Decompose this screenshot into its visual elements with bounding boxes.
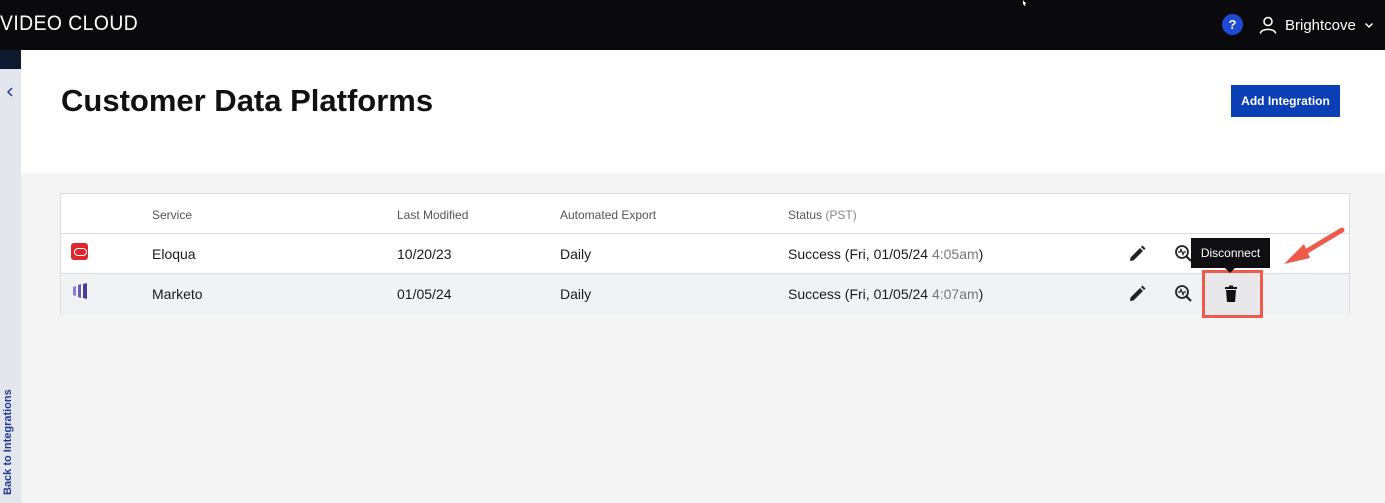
status-timezone: (PST) bbox=[825, 208, 857, 222]
eloqua-logo-icon bbox=[71, 243, 88, 260]
back-to-integrations-link[interactable]: Back to Integrations bbox=[2, 389, 14, 495]
status-text: Success (Fri, 01/05/24 4:07am) bbox=[788, 286, 983, 302]
chevron-down-icon bbox=[1364, 22, 1373, 29]
status-main: Success (Fri, 01/05/24 bbox=[788, 286, 929, 302]
user-name: Brightcove bbox=[1285, 16, 1356, 34]
column-header-service[interactable]: Service bbox=[152, 208, 192, 222]
page-header: Customer Data Platforms Add Integration bbox=[21, 50, 1385, 173]
page-title: Customer Data Platforms bbox=[61, 83, 434, 118]
view-logs-icon[interactable] bbox=[1173, 244, 1193, 264]
status-time: 4:07am bbox=[931, 286, 979, 302]
callout-arrow-icon bbox=[1284, 227, 1345, 264]
table-row[interactable]: Marketo 01/05/24 Daily Success (Fri, 01/… bbox=[61, 274, 1349, 314]
status-time: 4:05am bbox=[931, 246, 979, 262]
status-main: Success (Fri, 01/05/24 bbox=[788, 246, 929, 262]
column-header-last-modified[interactable]: Last Modified bbox=[397, 208, 468, 222]
status-header-label: Status bbox=[788, 208, 823, 222]
user-icon bbox=[1259, 16, 1277, 34]
trash-icon[interactable] bbox=[1222, 285, 1240, 303]
edit-icon[interactable] bbox=[1127, 244, 1147, 264]
marketo-logo-icon bbox=[73, 283, 87, 299]
edit-icon[interactable] bbox=[1127, 284, 1147, 304]
mouse-cursor-icon bbox=[1022, 0, 1028, 6]
last-modified: 10/20/23 bbox=[397, 246, 452, 262]
column-header-automated-export[interactable]: Automated Export bbox=[560, 208, 656, 222]
automated-export: Daily bbox=[560, 246, 592, 262]
user-menu[interactable]: Brightcove bbox=[1259, 12, 1374, 38]
add-integration-button[interactable]: Add Integration bbox=[1231, 85, 1340, 117]
view-logs-icon[interactable] bbox=[1173, 284, 1193, 304]
last-modified: 01/05/24 bbox=[397, 286, 452, 302]
automated-export: Daily bbox=[560, 286, 592, 302]
status-close: ) bbox=[978, 246, 984, 262]
brand-logo[interactable]: VIDEO CLOUD bbox=[0, 12, 138, 36]
top-navigation-bar: VIDEO CLOUD ? Brightcove bbox=[0, 0, 1385, 50]
chevron-left-icon[interactable] bbox=[4, 86, 16, 98]
sidebar-top-band bbox=[0, 50, 21, 69]
table-row[interactable]: Eloqua 10/20/23 Daily Success (Fri, 01/0… bbox=[61, 234, 1349, 274]
service-name: Eloqua bbox=[152, 246, 196, 262]
table-header: Service Last Modified Automated Export S… bbox=[61, 194, 1349, 234]
disconnect-tooltip: Disconnect bbox=[1191, 238, 1270, 273]
status-text: Success (Fri, 01/05/24 4:05am) bbox=[788, 246, 983, 262]
service-name: Marketo bbox=[152, 286, 203, 302]
column-header-status[interactable]: Status (PST) bbox=[788, 208, 857, 222]
help-button[interactable]: ? bbox=[1222, 14, 1243, 35]
status-close: ) bbox=[978, 286, 984, 302]
integrations-table: Service Last Modified Automated Export S… bbox=[60, 193, 1350, 314]
